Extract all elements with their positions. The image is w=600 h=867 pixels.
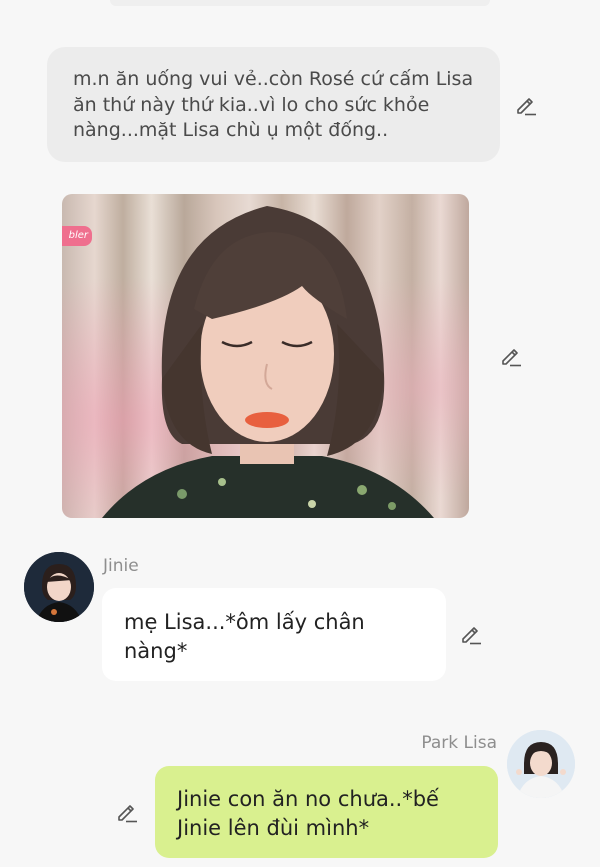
photo-watermark-tag: bler: [62, 226, 92, 246]
narration-bubble[interactable]: m.n ăn uống vui vẻ..còn Rosé cứ cấm Lisa…: [47, 47, 500, 162]
outgoing-message-bubble[interactable]: Jinie con ăn no chưa..*bế Jinie lên đùi …: [155, 766, 498, 858]
edit-icon[interactable]: [115, 800, 139, 824]
message-text: mẹ Lisa...*ôm lấy chân nàng*: [124, 610, 365, 663]
sender-name: Jinie: [103, 556, 139, 576]
edit-icon[interactable]: [514, 93, 538, 117]
avatar-jinie[interactable]: [24, 552, 94, 622]
person-portrait-image: [102, 206, 434, 518]
photo-message[interactable]: bler: [62, 194, 469, 518]
message-text: Jinie con ăn no chưa..*bế Jinie lên đùi …: [177, 787, 439, 840]
sender-name: Park Lisa: [421, 733, 497, 753]
edit-icon[interactable]: [499, 344, 523, 368]
incoming-message-bubble[interactable]: mẹ Lisa...*ôm lấy chân nàng*: [102, 588, 446, 681]
previous-message-edge: [110, 0, 490, 6]
narration-text: m.n ăn uống vui vẻ..còn Rosé cứ cấm Lisa…: [73, 68, 474, 141]
avatar-park-lisa[interactable]: [507, 730, 575, 798]
edit-icon[interactable]: [459, 622, 483, 646]
